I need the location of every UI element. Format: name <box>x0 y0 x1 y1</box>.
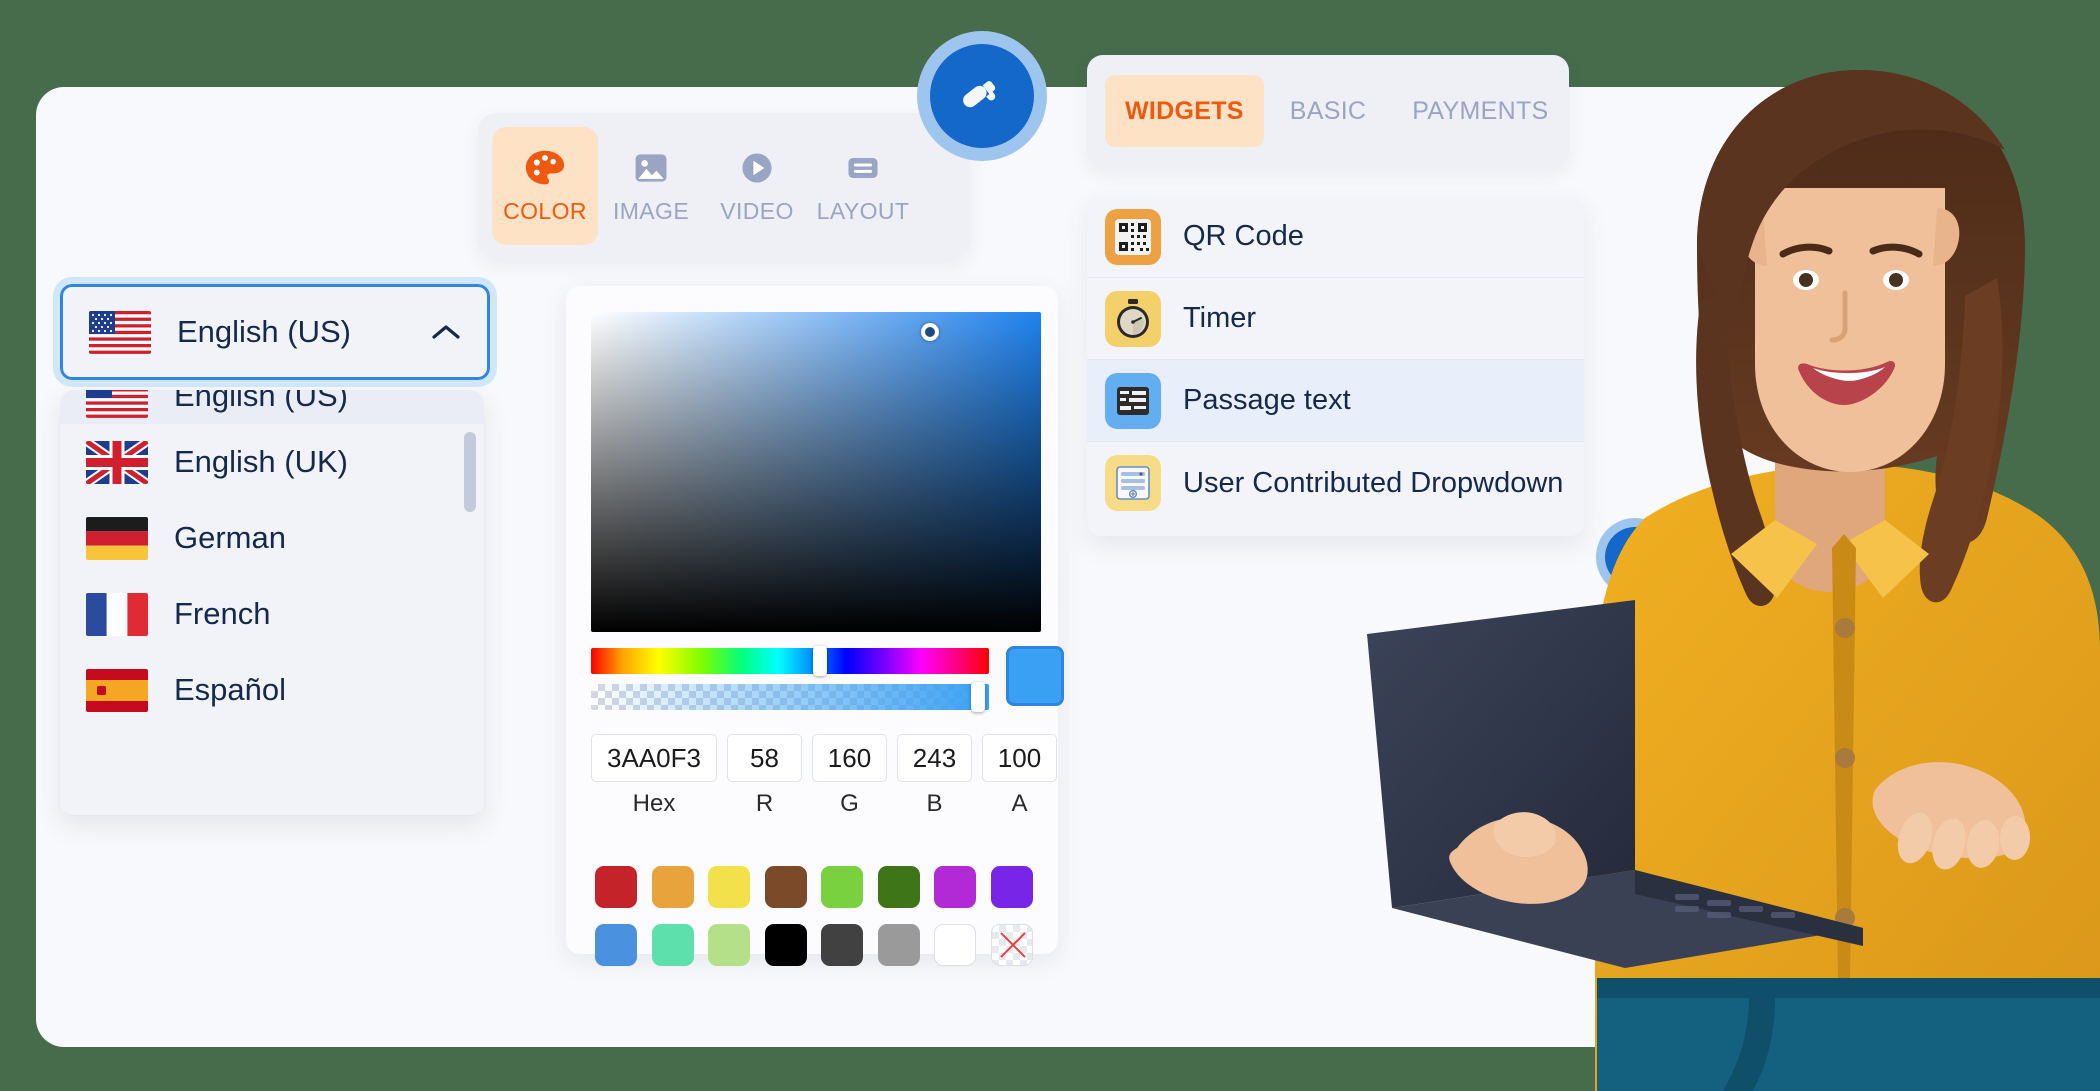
screenshot-stage: COLOR IMAGE VIDEO LAYOUT English (US) En… <box>0 0 2100 1091</box>
alpha-slider-knob[interactable] <box>971 682 985 712</box>
paint-roller-button-inner <box>930 44 1034 148</box>
toolbar-item-layout-label: LAYOUT <box>816 197 910 224</box>
color-picker-panel: 3AA0F3 Hex 58 R 160 G 243 B 100 A <box>566 286 1064 966</box>
language-option-german[interactable]: German <box>60 500 484 576</box>
color-swatch[interactable] <box>934 866 977 908</box>
alpha-input[interactable]: 100 <box>982 734 1057 782</box>
toolbar-item-video[interactable]: VIDEO <box>704 127 810 245</box>
toolbar-item-image[interactable]: IMAGE <box>598 127 704 245</box>
editor-toolbar: COLOR IMAGE VIDEO LAYOUT <box>478 113 970 259</box>
language-option-label: Español <box>174 672 287 707</box>
language-option-english-uk[interactable]: English (UK) <box>60 424 484 500</box>
language-option-label: English (UK) <box>174 444 348 479</box>
color-swatch[interactable] <box>651 924 694 966</box>
saturation-value-area[interactable] <box>591 312 1041 632</box>
toolbar-item-layout[interactable]: LAYOUT <box>810 127 916 245</box>
color-swatch[interactable] <box>877 866 920 908</box>
color-swatch[interactable] <box>764 924 807 966</box>
palette-icon <box>525 150 565 184</box>
flag-uk-icon <box>86 440 148 484</box>
color-picker-cursor[interactable] <box>921 323 939 341</box>
image-icon <box>635 153 667 182</box>
paint-roller-icon <box>963 81 996 108</box>
hex-caption: Hex <box>632 790 676 817</box>
layout-icon <box>848 157 878 178</box>
tab-widgets-label: WIDGETS <box>1125 96 1244 125</box>
color-swatch-none[interactable] <box>990 924 1033 966</box>
language-option-label: French <box>174 596 271 631</box>
flag-fr-icon <box>86 592 148 636</box>
language-option-espanol[interactable]: Español <box>60 652 484 728</box>
flag-us-icon <box>89 310 151 354</box>
alpha-slider[interactable] <box>591 682 989 712</box>
qr-code-icon <box>1105 208 1161 265</box>
color-swatch[interactable] <box>821 866 864 908</box>
color-preview-swatch[interactable] <box>1006 646 1064 706</box>
blue-caption: B <box>926 790 943 817</box>
language-option-label: English (US) <box>174 390 348 413</box>
toolbar-item-video-label: VIDEO <box>720 197 794 224</box>
color-value-fields: 3AA0F3 Hex 58 R 160 G 243 B 100 A <box>591 734 1057 818</box>
language-option-english-us[interactable]: English (US) <box>60 390 484 424</box>
color-swatch[interactable] <box>934 924 977 966</box>
field-b: 243 B <box>897 734 972 818</box>
color-swatch[interactable] <box>595 866 638 908</box>
toolbar-item-color-label: COLOR <box>503 197 587 224</box>
widget-item-label: Passage text <box>1183 384 1351 416</box>
language-selector: English (US) English (UK) German French … <box>53 277 497 815</box>
language-dropdown-scroll[interactable]: English (US) English (UK) German French … <box>60 390 484 815</box>
color-swatch[interactable] <box>990 866 1033 908</box>
red-input[interactable]: 58 <box>727 734 802 782</box>
toolbar-item-image-label: IMAGE <box>612 197 690 224</box>
video-play-icon <box>742 152 772 183</box>
tab-widgets[interactable]: WIDGETS <box>1105 75 1264 147</box>
color-swatch[interactable] <box>708 866 751 908</box>
dropdown-list-icon <box>1105 455 1161 511</box>
alpha-caption: A <box>1011 790 1028 817</box>
flag-us-icon <box>86 390 148 418</box>
field-r: 58 R <box>727 734 802 818</box>
flag-es-icon <box>86 668 148 712</box>
dropdown-scrollbar[interactable] <box>464 432 476 802</box>
passage-text-icon <box>1105 372 1161 429</box>
language-select-value: English (US) <box>177 314 351 349</box>
language-select-control[interactable]: English (US) <box>53 277 497 387</box>
widget-item-label: Timer <box>1183 302 1257 334</box>
color-swatch[interactable] <box>595 924 638 966</box>
stopwatch-icon <box>1105 290 1161 347</box>
color-swatch-grid <box>588 866 1040 966</box>
person-with-laptop-photo <box>1367 70 2100 1091</box>
chevron-up-icon[interactable] <box>431 323 461 341</box>
color-swatch[interactable] <box>651 866 694 908</box>
paint-roller-button[interactable] <box>917 31 1047 161</box>
language-dropdown-menu[interactable]: English (US) English (UK) German French … <box>60 390 484 815</box>
green-caption: G <box>840 790 859 817</box>
widget-item-label: QR Code <box>1183 220 1304 252</box>
field-hex: 3AA0F3 Hex <box>591 734 717 818</box>
color-swatch[interactable] <box>764 866 807 908</box>
language-option-label: German <box>174 520 286 555</box>
dropdown-scrollbar-thumb[interactable] <box>464 432 476 512</box>
color-swatch[interactable] <box>708 924 751 966</box>
hue-slider-knob[interactable] <box>813 646 827 676</box>
color-swatch[interactable] <box>877 924 920 966</box>
blue-input[interactable]: 243 <box>897 734 972 782</box>
flag-de-icon <box>86 516 148 560</box>
field-a: 100 A <box>982 734 1057 818</box>
toolbar-item-color[interactable]: COLOR <box>492 127 598 245</box>
color-swatch[interactable] <box>821 924 864 966</box>
language-option-french[interactable]: French <box>60 576 484 652</box>
red-caption: R <box>755 790 774 817</box>
hex-input[interactable]: 3AA0F3 <box>591 734 717 782</box>
green-input[interactable]: 160 <box>812 734 887 782</box>
field-g: 160 G <box>812 734 887 818</box>
hue-slider[interactable] <box>591 646 989 676</box>
